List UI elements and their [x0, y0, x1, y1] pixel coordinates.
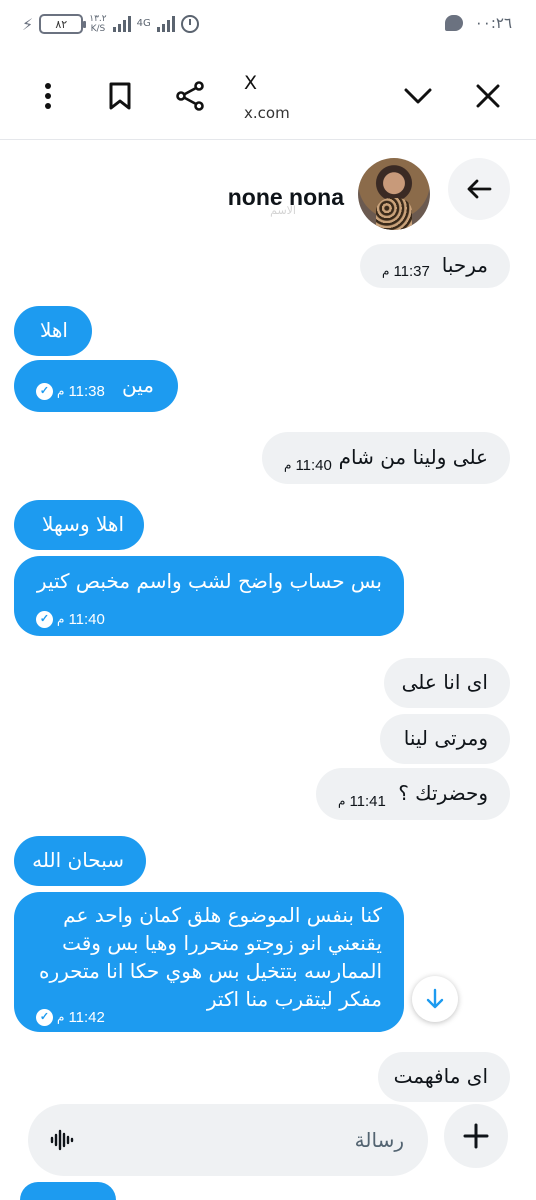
message-text: بس حساب واضح لشب واسم مخبص كتير [36, 569, 382, 593]
message-meta: م 11:37 [382, 258, 430, 285]
audio-waveform-icon [50, 1129, 74, 1151]
message-bubble-outgoing[interactable]: مين ✓ م 11:38 [14, 360, 178, 412]
message-bubble-outgoing[interactable]: سبحان الله [14, 836, 146, 886]
message-text: سبحان الله [32, 848, 124, 872]
message-text: اى انا على [401, 670, 488, 694]
chat-screen: ⚡ ٨٢ ١٣.٢ K/S 4G ٠٠:٢٦ X x.com الاسم non… [0, 0, 536, 1200]
chevron-down-icon [404, 88, 432, 104]
share-icon [176, 81, 204, 111]
message-time: 11:37 [393, 263, 430, 280]
add-attachment-button[interactable] [444, 1104, 508, 1168]
message-ampm: م [57, 612, 65, 626]
share-button[interactable] [170, 76, 210, 116]
message-meta: م 11:41 [338, 788, 386, 815]
bookmark-button[interactable] [100, 76, 140, 116]
collapse-button[interactable] [398, 76, 438, 116]
message-text: ومرتى لينا [403, 726, 488, 750]
message-time: 11:38 [68, 383, 105, 400]
read-check-icon: ✓ [36, 383, 53, 400]
status-clock: ٠٠:٢٦ [474, 14, 512, 32]
message-text: اى مافهمت [393, 1064, 488, 1088]
arrow-down-icon [426, 988, 444, 1009]
chat-partner-name[interactable]: none nona [228, 184, 344, 211]
message-text: اهلا [39, 318, 68, 342]
more-vertical-icon [45, 83, 51, 109]
notification-icon [444, 15, 463, 31]
message-bubble-incoming[interactable]: ومرتى لينا [380, 714, 510, 764]
message-text: اهلا وسهلا [42, 512, 124, 536]
message-meta: م 11:40 [284, 452, 332, 479]
message-bubble-outgoing[interactable]: بس حساب واضح لشب واسم مخبص كتير ✓ م 11:40 [14, 556, 404, 636]
network-type: 4G [136, 18, 151, 29]
message-time: 11:42 [68, 1009, 105, 1026]
plus-icon [463, 1123, 489, 1149]
network-speed: ١٣.٢ K/S [89, 14, 106, 34]
message-text-line: يقنعني انو زوجتو متحررا وهيا بس وقت [62, 931, 382, 955]
message-text: على ولينا من شام [338, 445, 488, 469]
close-icon [476, 84, 500, 108]
message-bubble-incoming[interactable]: اى مافهمت [378, 1052, 510, 1102]
message-text: مرحبا [441, 253, 488, 277]
voice-message-button[interactable] [40, 1118, 84, 1162]
message-time: 11:40 [68, 611, 105, 628]
message-text: وحضرتك ؟ [398, 781, 488, 805]
message-time: 11:41 [349, 793, 386, 810]
signal-icon [112, 16, 131, 32]
back-button[interactable] [448, 158, 510, 220]
avatar[interactable] [358, 158, 430, 230]
charging-icon: ⚡ [22, 14, 34, 34]
message-text-line: مفكر ليتقرب منا اكتر [206, 987, 382, 1011]
message-input[interactable] [104, 1122, 404, 1158]
status-bar: ⚡ ٨٢ ١٣.٢ K/S 4G ٠٠:٢٦ [0, 0, 536, 52]
message-text-line: الممارسه بتتخيل بس هوي حكا انا متحرره [38, 959, 382, 983]
message-ampm: م [338, 794, 346, 808]
speed-unit: K/S [90, 24, 106, 34]
page-url[interactable]: x.com [244, 104, 290, 122]
page-title: X [244, 72, 258, 94]
message-ampm: م [57, 1010, 65, 1024]
battery-indicator: ٨٢ [39, 14, 87, 34]
conversation-header: الاسم none nona [0, 140, 536, 240]
message-time: 11:40 [295, 457, 332, 474]
message-text-line: كنا بنفس الموضوع هلق كمان واحد عم [63, 903, 382, 927]
status-left: ⚡ ٨٢ ١٣.٢ K/S 4G [22, 14, 199, 34]
alarm-icon [180, 15, 199, 33]
message-ampm: م [57, 384, 65, 398]
message-bubble-partial [20, 1182, 116, 1200]
close-button[interactable] [468, 76, 508, 116]
message-bubble-incoming[interactable]: على ولينا من شام م 11:40 [262, 432, 510, 484]
message-composer [28, 1104, 428, 1176]
message-bubble-outgoing[interactable]: كنا بنفس الموضوع هلق كمان واحد عم يقنعني… [14, 892, 404, 1032]
scroll-to-bottom-button[interactable] [412, 976, 458, 1022]
read-check-icon: ✓ [36, 611, 53, 628]
more-menu-button[interactable] [28, 76, 68, 116]
message-meta: ✓ م 11:40 [36, 606, 105, 633]
message-bubble-incoming[interactable]: وحضرتك ؟ م 11:41 [316, 768, 510, 820]
message-meta: ✓ م 11:38 [36, 378, 105, 405]
status-right: ٠٠:٢٦ [444, 14, 512, 32]
message-bubble-outgoing[interactable]: اهلا [14, 306, 92, 356]
message-meta: ✓ م 11:42 [36, 1004, 105, 1031]
bookmark-icon [109, 82, 131, 110]
read-check-icon: ✓ [36, 1009, 53, 1026]
message-bubble-incoming[interactable]: مرحبا م 11:37 [360, 244, 510, 288]
message-text: مين [122, 373, 154, 397]
signal-icon-2 [156, 16, 175, 32]
message-ampm: م [382, 264, 390, 278]
arrow-left-icon [467, 179, 492, 199]
message-ampm: م [284, 458, 292, 472]
browser-toolbar: X x.com [0, 52, 536, 140]
speed-value: ١٣.٢ [89, 14, 107, 24]
message-bubble-incoming[interactable]: اى انا على [384, 658, 510, 708]
message-bubble-outgoing[interactable]: اهلا وسهلا [14, 500, 144, 550]
